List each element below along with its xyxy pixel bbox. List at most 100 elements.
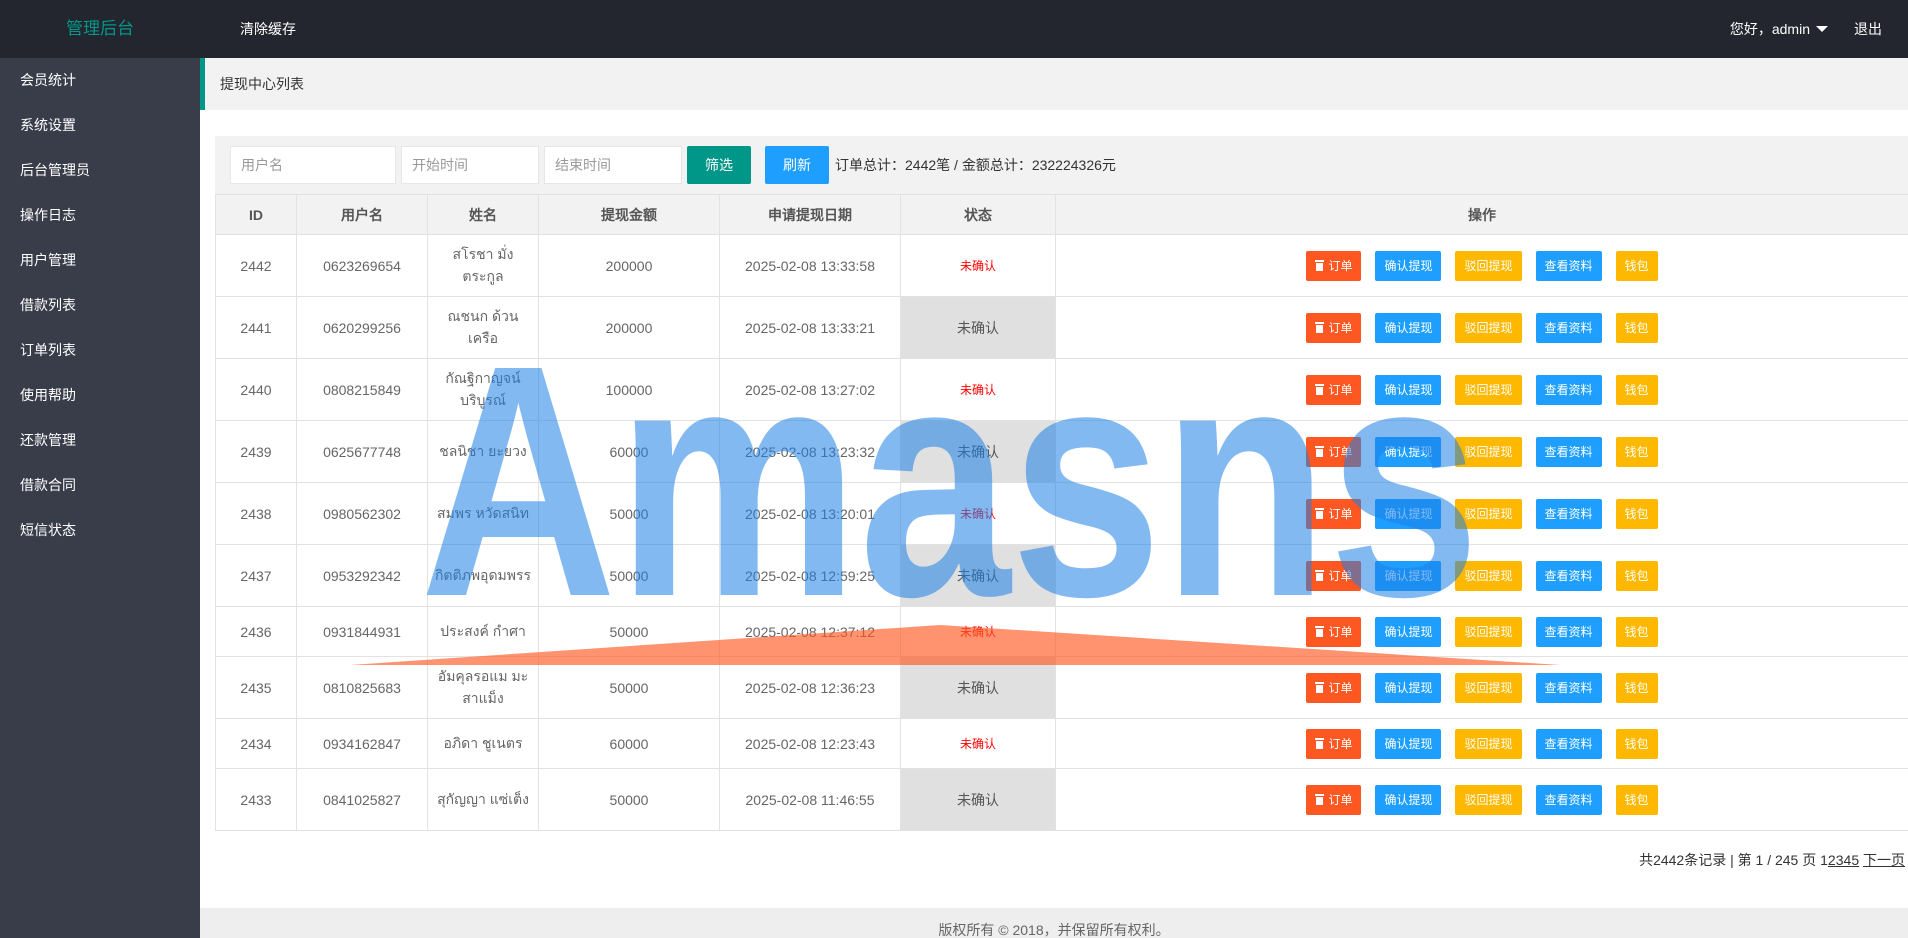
reject-withdraw-button-label: 驳回提现 (1464, 624, 1513, 639)
reject-withdraw-button[interactable]: 驳回提现 (1455, 560, 1522, 591)
page-link[interactable]: 2 (1828, 852, 1836, 868)
start-time-input[interactable]: 开始时间 (401, 146, 539, 184)
sidebar-item-contracts[interactable]: 借款合同 (0, 463, 200, 508)
view-profile-button[interactable]: 查看资料 (1535, 560, 1602, 591)
reject-withdraw-button[interactable]: 驳回提现 (1455, 616, 1522, 647)
reject-withdraw-button[interactable]: 驳回提现 (1455, 312, 1522, 343)
wallet-button[interactable]: 钱包 (1615, 672, 1658, 703)
cell-id: 2441 (215, 296, 297, 359)
view-profile-button[interactable]: 查看资料 (1535, 250, 1602, 281)
cell-actions: 订单 确认提现 驳回提现 查看资料 钱包 (1055, 768, 1908, 831)
order-button[interactable]: 订单 (1306, 672, 1362, 703)
confirm-withdraw-button[interactable]: 确认提现 (1375, 498, 1442, 529)
wallet-button[interactable]: 钱包 (1615, 312, 1658, 343)
cell-id: 2436 (215, 606, 297, 657)
refresh-button[interactable]: 刷新 (765, 146, 829, 184)
order-button[interactable]: 订单 (1306, 560, 1362, 591)
confirm-withdraw-button[interactable]: 确认提现 (1375, 784, 1442, 815)
wallet-button[interactable]: 钱包 (1615, 784, 1658, 815)
order-button-label: 订单 (1328, 382, 1353, 397)
app-logo[interactable]: 管理后台 (0, 0, 200, 58)
trash-icon (1315, 446, 1325, 457)
wallet-button[interactable]: 钱包 (1615, 436, 1658, 467)
order-button[interactable]: 订单 (1306, 250, 1362, 281)
view-profile-button-label: 查看资料 (1544, 444, 1593, 459)
sidebar-item-help[interactable]: 使用帮助 (0, 373, 200, 418)
sidebar-item-system-settings[interactable]: 系统设置 (0, 103, 200, 148)
reject-withdraw-button[interactable]: 驳回提现 (1455, 436, 1522, 467)
wallet-button[interactable]: 钱包 (1615, 616, 1658, 647)
username-input[interactable]: 用户名 (230, 146, 396, 184)
view-profile-button[interactable]: 查看资料 (1535, 616, 1602, 647)
reject-withdraw-button-label: 驳回提现 (1464, 792, 1513, 807)
cell-status: 未确认 (900, 234, 1056, 297)
order-button[interactable]: 订单 (1306, 728, 1362, 759)
reject-withdraw-button[interactable]: 驳回提现 (1455, 784, 1522, 815)
wallet-button[interactable]: 钱包 (1615, 560, 1658, 591)
cell-amount: 200000 (538, 234, 720, 297)
reject-withdraw-button[interactable]: 驳回提现 (1455, 250, 1522, 281)
view-profile-button[interactable]: 查看资料 (1535, 728, 1602, 759)
confirm-withdraw-button[interactable]: 确认提现 (1375, 374, 1442, 405)
sidebar-item-sms-status[interactable]: 短信状态 (0, 508, 200, 553)
cell-date: 2025-02-08 12:36:23 (719, 656, 901, 719)
view-profile-button[interactable]: 查看资料 (1535, 498, 1602, 529)
confirm-withdraw-button-label: 确认提现 (1384, 506, 1433, 521)
page-link[interactable]: 3 (1836, 852, 1844, 868)
wallet-button[interactable]: 钱包 (1615, 374, 1658, 405)
confirm-withdraw-button[interactable]: 确认提现 (1375, 436, 1442, 467)
cell-name: สโรชา มั่งตระกูล (427, 234, 539, 297)
col-header-username: 用户名 (296, 194, 428, 235)
table-row: 2439 0625677748 ชลนิชา ยะยวง 60000 2025-02-0… (215, 420, 1908, 483)
next-page-link[interactable]: 下一页 (1863, 852, 1905, 868)
order-button[interactable]: 订单 (1306, 374, 1362, 405)
view-profile-button[interactable]: 查看资料 (1535, 436, 1602, 467)
sidebar-item-member-stats[interactable]: 会员统计 (0, 58, 200, 103)
order-button[interactable]: 订单 (1306, 784, 1362, 815)
wallet-button-label: 钱包 (1624, 382, 1649, 397)
end-time-input[interactable]: 结束时间 (544, 146, 682, 184)
cell-username: 0980562302 (296, 482, 428, 545)
wallet-button[interactable]: 钱包 (1615, 498, 1658, 529)
order-button[interactable]: 订单 (1306, 616, 1362, 647)
page-link[interactable]: 5 (1851, 852, 1859, 868)
filter-button[interactable]: 筛选 (687, 146, 751, 184)
wallet-button[interactable]: 钱包 (1615, 728, 1658, 759)
reject-withdraw-button[interactable]: 驳回提现 (1455, 728, 1522, 759)
order-button[interactable]: 订单 (1306, 312, 1362, 343)
confirm-withdraw-button[interactable]: 确认提现 (1375, 312, 1442, 343)
confirm-withdraw-button[interactable]: 确认提现 (1375, 672, 1442, 703)
reject-withdraw-button[interactable]: 驳回提现 (1455, 374, 1522, 405)
reject-withdraw-button[interactable]: 驳回提现 (1455, 672, 1522, 703)
sidebar-item-loans[interactable]: 借款列表 (0, 283, 200, 328)
cell-id: 2439 (215, 420, 297, 483)
sidebar-item-users[interactable]: 用户管理 (0, 238, 200, 283)
confirm-withdraw-button[interactable]: 确认提现 (1375, 560, 1442, 591)
sidebar-item-operation-log[interactable]: 操作日志 (0, 193, 200, 238)
wallet-button[interactable]: 钱包 (1615, 250, 1658, 281)
view-profile-button[interactable]: 查看资料 (1535, 374, 1602, 405)
view-profile-button-label: 查看资料 (1544, 624, 1593, 639)
cell-status: 未确认 (900, 718, 1056, 769)
confirm-withdraw-button[interactable]: 确认提现 (1375, 616, 1442, 647)
wallet-button-label: 钱包 (1624, 568, 1649, 583)
col-header-name: 姓名 (427, 194, 539, 235)
clear-cache-link[interactable]: 清除缓存 (240, 0, 296, 58)
confirm-withdraw-button[interactable]: 确认提现 (1375, 250, 1442, 281)
confirm-withdraw-button[interactable]: 确认提现 (1375, 728, 1442, 759)
view-profile-button[interactable]: 查看资料 (1535, 312, 1602, 343)
cell-amount: 60000 (538, 718, 720, 769)
reject-withdraw-button[interactable]: 驳回提现 (1455, 498, 1522, 529)
sidebar-item-orders[interactable]: 订单列表 (0, 328, 200, 373)
view-profile-button[interactable]: 查看资料 (1535, 672, 1602, 703)
sidebar-item-repayments[interactable]: 还款管理 (0, 418, 200, 463)
logout-link[interactable]: 退出 (1854, 0, 1882, 58)
view-profile-button[interactable]: 查看资料 (1535, 784, 1602, 815)
view-profile-button-label: 查看资料 (1544, 568, 1593, 583)
cell-status: 未确认 (900, 358, 1056, 421)
user-menu[interactable]: 您好，admin (1730, 0, 1828, 58)
sidebar-item-admins[interactable]: 后台管理员 (0, 148, 200, 193)
order-button[interactable]: 订单 (1306, 498, 1362, 529)
order-button[interactable]: 订单 (1306, 436, 1362, 467)
cell-amount: 50000 (538, 768, 720, 831)
